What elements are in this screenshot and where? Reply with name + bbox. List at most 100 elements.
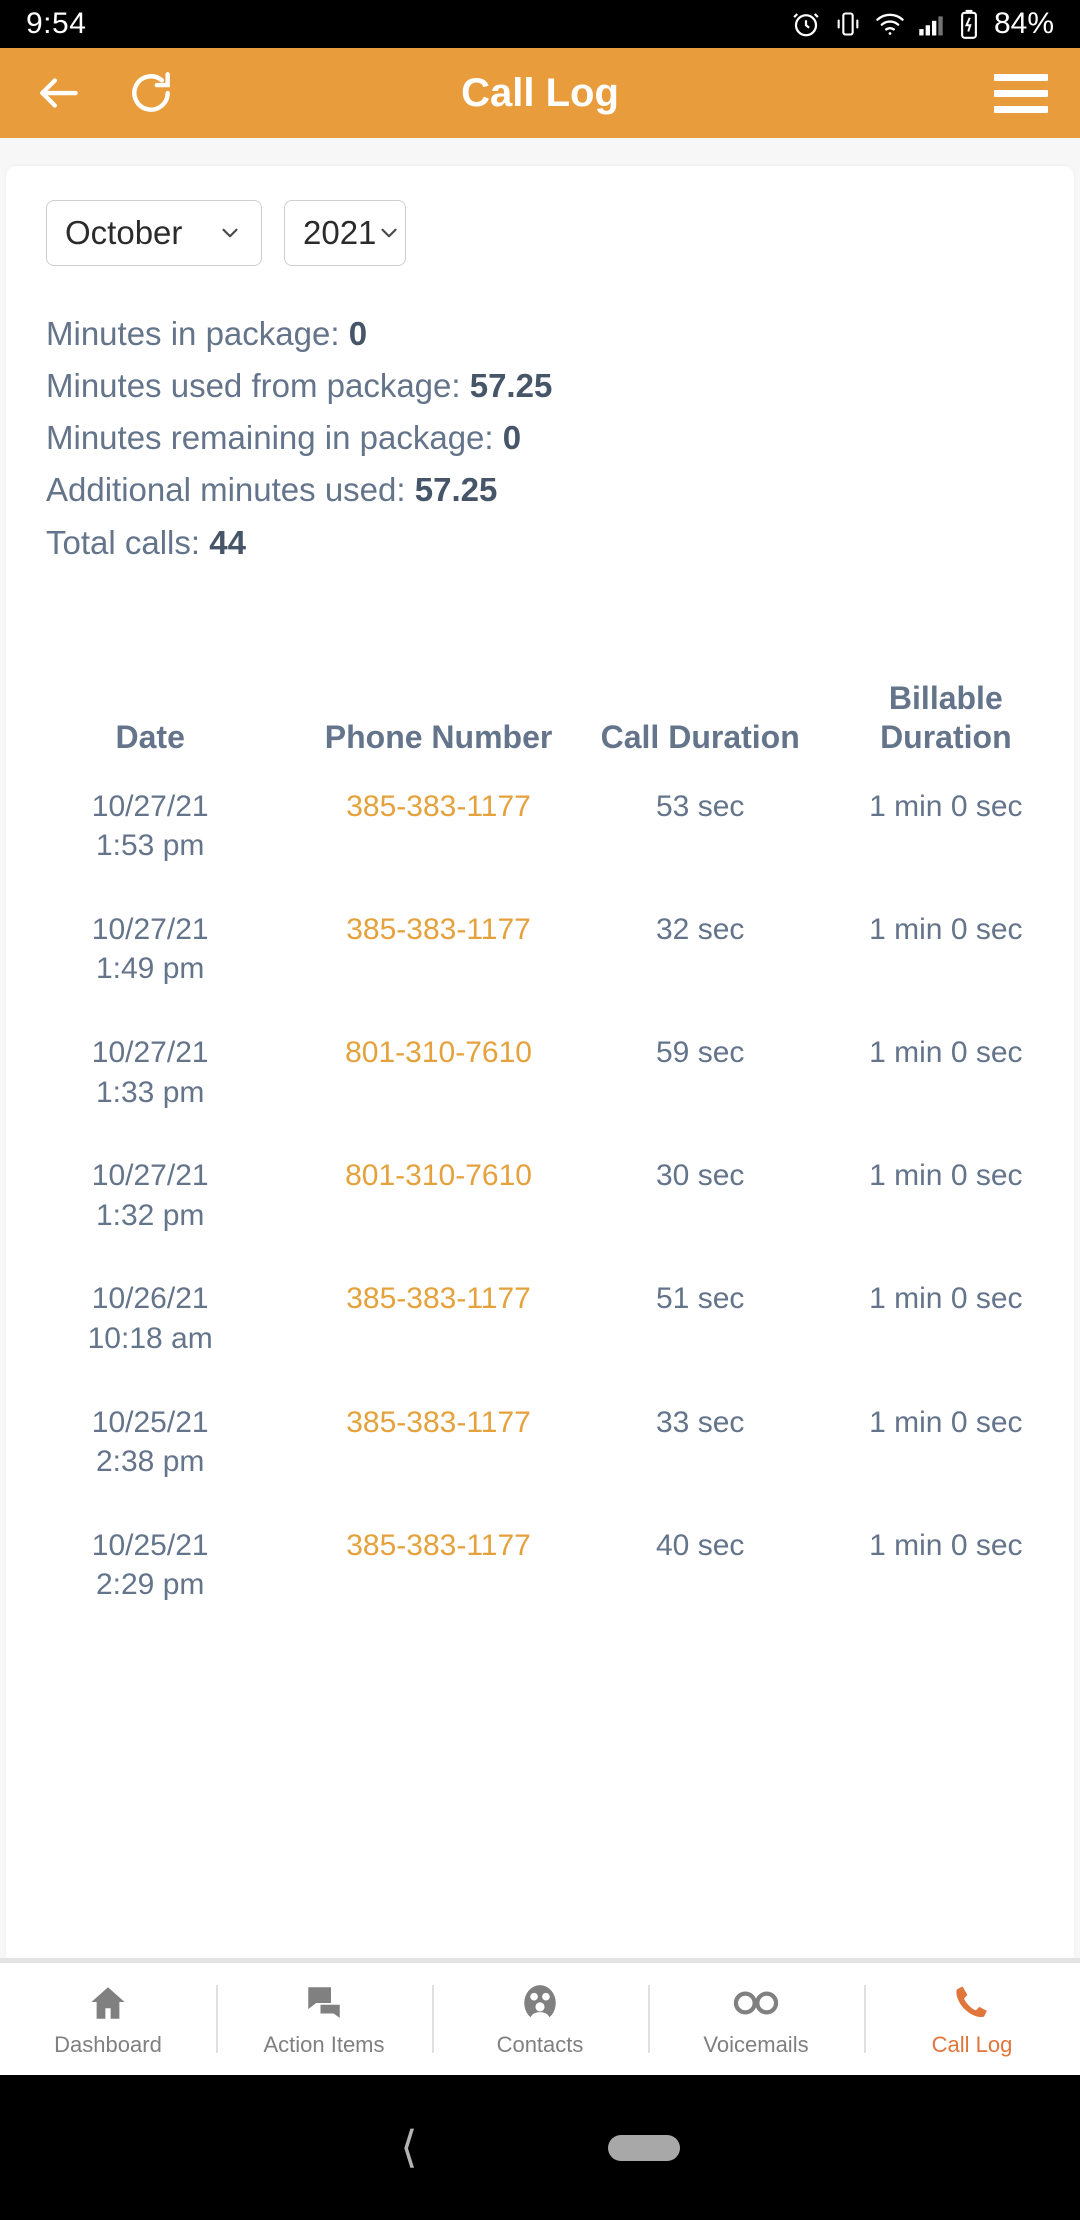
filter-row: October 2021 [6,200,1074,266]
cell-billable-duration: 1 min 0 sec [869,1405,1023,1439]
voicemail-icon [733,1980,779,2026]
nav-item-voicemails[interactable]: Voicemails [648,1963,864,2075]
nav-label-voicemails: Voicemails [703,2032,809,2057]
nav-item-contacts[interactable]: Contacts [432,1963,648,2075]
call-log-table-head: Date Phone Number Call Duration Billable… [6,679,1074,765]
table-row[interactable]: 10/27/21 1:49 pm 385-383-1177 32 sec 1 m… [6,888,1074,1011]
column-header-date[interactable]: Date [6,679,294,765]
cell-phone[interactable]: 385-383-1177 [294,1381,582,1504]
status-bar-clock: 9:54 [26,7,87,40]
android-home-pill[interactable] [607,2134,680,2161]
table-row[interactable]: 10/26/21 10:18 am 385-383-1177 51 sec 1 … [6,1257,1074,1380]
cell-call-duration: 30 sec [656,1159,745,1193]
cell-call-duration: 51 sec [656,1282,745,1316]
cell-date-day: 10/25/21 [91,1528,209,1562]
hamburger-menu-icon[interactable] [994,63,1054,123]
call-log-table-body: 10/27/21 1:53 pm 385-383-1177 53 sec 1 m… [6,765,1074,1627]
phone-number-link[interactable]: 385-383-1177 [346,790,531,823]
usage-summary: Minutes in package: 0 Minutes used from … [6,266,1074,569]
status-bar: 9:54 84% [0,0,1080,48]
hamburger-bar [994,105,1048,113]
nav-item-call-log[interactable]: Call Log [864,1963,1080,2075]
vibrate-icon [834,10,862,38]
cell-billable-duration: 1 min 0 sec [869,1528,1023,1562]
cell-phone[interactable]: 385-383-1177 [294,1504,582,1627]
table-row[interactable]: 10/27/21 1:53 pm 385-383-1177 53 sec 1 m… [6,765,1074,888]
table-row[interactable]: 10/27/21 1:33 pm 801-310-7610 59 sec 1 m… [6,1011,1074,1134]
nav-label-contacts: Contacts [496,2032,584,2057]
cell-billable-duration: 1 min 0 sec [869,1159,1023,1193]
phone-number-link[interactable]: 801-310-7610 [345,1159,532,1192]
chat-bubbles-icon [303,1980,345,2026]
cell-date-time: 2:38 pm [95,1445,205,1479]
cell-billable-duration: 1 min 0 sec [869,1036,1023,1070]
cell-phone[interactable]: 385-383-1177 [294,888,582,1011]
content-scroll-area[interactable]: October 2021 Minutes in package: 0 Minut… [0,138,1080,1963]
cell-phone[interactable]: 385-383-1177 [294,765,582,888]
refresh-icon[interactable] [118,60,184,126]
cell-date-time: 1:33 pm [95,1075,205,1109]
signal-icon [918,11,946,37]
nav-item-action-items[interactable]: Action Items [216,1963,432,2075]
cell-call-duration: 32 sec [656,912,745,946]
summary-total-calls: Total calls: 44 [46,517,1034,569]
cell-call-duration: 33 sec [656,1405,745,1439]
cell-phone[interactable]: 385-383-1177 [294,1257,582,1380]
table-header-row: Date Phone Number Call Duration Billable… [6,679,1074,765]
summary-value: 57.25 [414,471,498,509]
bottom-navigation-bar: Dashboard Action Items Contacts Voicemai… [0,1963,1080,2075]
call-log-card: October 2021 Minutes in package: 0 Minut… [6,166,1074,1963]
cell-date-day: 10/27/21 [91,789,209,823]
cell-billable-duration: 1 min 0 sec [869,789,1023,823]
wifi-icon [875,11,905,37]
cell-date-day: 10/25/21 [91,1405,209,1439]
year-select[interactable]: 2021 [284,200,406,266]
nav-label-call-log: Call Log [931,2032,1013,2057]
battery-percent-label: 84% [993,7,1054,40]
cell-call-duration: 59 sec [656,1036,745,1070]
android-back-icon[interactable]: ⟨ [400,2125,417,2170]
phone-number-link[interactable]: 385-383-1177 [346,1282,531,1315]
cell-date-day: 10/27/21 [91,1036,209,1070]
phone-number-link[interactable]: 385-383-1177 [346,1529,531,1562]
cell-date-time: 10:18 am [87,1322,213,1356]
back-arrow-icon[interactable] [26,60,92,126]
phone-number-link[interactable]: 801-310-7610 [345,1036,532,1069]
cell-date: 10/27/21 1:53 pm [6,765,294,888]
column-header-billable[interactable]: Billable Duration [818,679,1074,765]
chevron-down-icon [381,228,398,238]
cell-call-duration: 40 sec [656,1528,745,1562]
cell-billable-duration: 1 min 0 sec [869,1282,1023,1316]
nav-item-dashboard[interactable]: Dashboard [0,1963,216,2075]
table-row[interactable]: 10/25/21 2:38 pm 385-383-1177 33 sec 1 m… [6,1381,1074,1504]
cell-phone[interactable]: 801-310-7610 [294,1011,582,1134]
summary-label: Minutes remaining in package: [46,419,494,457]
home-icon [87,1980,129,2026]
cell-date-time: 1:53 pm [95,829,205,863]
summary-label: Total calls: [46,523,201,561]
cell-phone[interactable]: 801-310-7610 [294,1134,582,1257]
summary-value: 0 [502,419,522,457]
summary-label: Minutes used from package: [46,367,461,405]
year-select-value: 2021 [303,214,377,251]
cell-date-day: 10/27/21 [91,1159,209,1193]
phone-screen: 9:54 84% Call Log October 2021 Minutes i… [0,0,1080,2220]
summary-value: 57.25 [469,367,553,405]
cell-call-duration: 53 sec [656,789,745,823]
month-select[interactable]: October [46,200,262,266]
table-row[interactable]: 10/27/21 1:32 pm 801-310-7610 30 sec 1 m… [6,1134,1074,1257]
cell-date-time: 1:32 pm [95,1198,205,1232]
summary-additional-minutes: Additional minutes used: 57.25 [46,464,1034,516]
nav-label-action-items: Action Items [263,2032,385,2057]
column-header-duration[interactable]: Call Duration [583,679,818,765]
hamburger-bar [994,89,1048,97]
contacts-people-icon [519,1980,561,2026]
summary-minutes-remaining: Minutes remaining in package: 0 [46,412,1034,464]
month-select-value: October [65,214,183,251]
phone-number-link[interactable]: 385-383-1177 [346,913,531,946]
phone-number-link[interactable]: 385-383-1177 [346,1406,531,1439]
summary-label: Minutes in package: [46,315,340,352]
table-row[interactable]: 10/25/21 2:29 pm 385-383-1177 40 sec 1 m… [6,1504,1074,1627]
column-header-phone[interactable]: Phone Number [294,679,582,765]
status-bar-icons: 84% [791,7,1054,41]
